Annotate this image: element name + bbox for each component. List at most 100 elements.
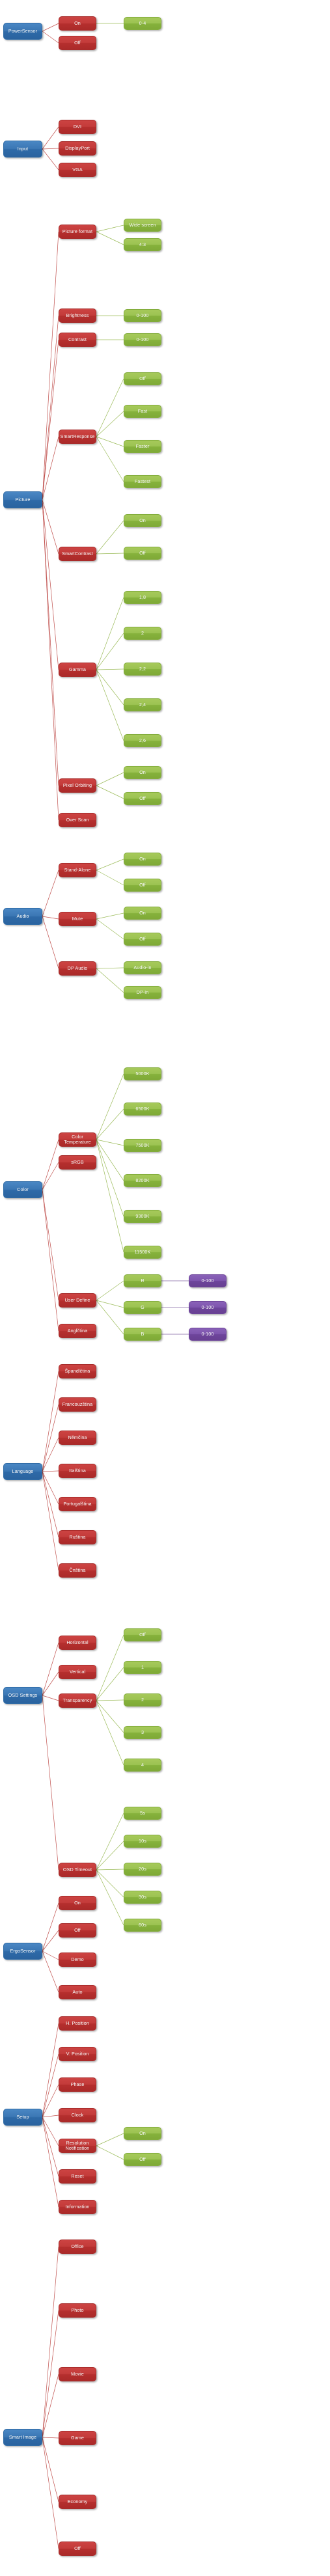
node-ct_5000[interactable]: 5000K <box>124 1067 161 1080</box>
node-to_10s[interactable]: 10s <box>124 1835 161 1848</box>
node-osd_transp[interactable]: Transparency <box>59 1693 96 1708</box>
node-to_60s[interactable]: 60s <box>124 1919 161 1932</box>
node-ud_b_val[interactable]: 0-100 <box>189 1328 227 1341</box>
node-dp_audioin[interactable]: Audio-in <box>124 961 161 974</box>
node-lang_ru[interactable]: Ruština <box>59 1530 96 1544</box>
node-col_angflina[interactable]: Anglčtina <box>59 1324 96 1338</box>
node-pic_contrast[interactable]: Contrast <box>59 333 96 347</box>
node-au_standalone[interactable]: Stand-Alone <box>59 863 96 877</box>
node-ps_on_val[interactable]: 0-4 <box>124 17 161 30</box>
node-sa_off[interactable]: Off <box>124 879 161 892</box>
node-ct_7500[interactable]: 7500K <box>124 1139 161 1152</box>
node-eg_auto[interactable]: Auto <box>59 1985 96 1999</box>
node-lang_pt[interactable]: Portugalština <box>59 1497 96 1511</box>
node-tr_off[interactable]: Off <box>124 1628 161 1641</box>
node-st_resnotif[interactable]: Resolution Notification <box>59 2139 96 2153</box>
node-ud_b[interactable]: B <box>124 1328 161 1341</box>
node-gm_18[interactable]: 1,8 <box>124 591 161 604</box>
node-osd_vert[interactable]: Vertical <box>59 1665 96 1679</box>
node-sc_off[interactable]: Off <box>124 547 161 560</box>
node-tr_4[interactable]: 4 <box>124 1759 161 1772</box>
node-dp_dpin[interactable]: DP-in <box>124 986 161 999</box>
node-tr_1[interactable]: 1 <box>124 1661 161 1674</box>
node-mu_off[interactable]: Off <box>124 933 161 946</box>
node-st_reset[interactable]: Reset <box>59 2169 96 2184</box>
node-setup[interactable]: Setup <box>3 2109 42 2126</box>
node-pic_bright[interactable]: Brightness <box>59 308 96 323</box>
node-to_5s[interactable]: 5s <box>124 1807 161 1820</box>
node-ps_on[interactable]: On <box>59 16 96 31</box>
node-col_userdef[interactable]: User Define <box>59 1293 96 1308</box>
node-language[interactable]: Language <box>3 1463 42 1480</box>
node-ud_g[interactable]: G <box>124 1301 161 1314</box>
node-sr_faster[interactable]: Faster <box>124 440 161 453</box>
node-st_hpos[interactable]: H. Position <box>59 2016 96 2031</box>
node-gm_2[interactable]: 2 <box>124 627 161 640</box>
node-ud_g_val[interactable]: 0-100 <box>189 1301 227 1314</box>
node-st_vpos[interactable]: V. Position <box>59 2047 96 2061</box>
node-audio[interactable]: Audio <box>3 908 42 925</box>
node-si_off[interactable]: Off <box>59 2542 96 2556</box>
node-pic_overscan[interactable]: Over Scan <box>59 813 96 827</box>
node-gm_22[interactable]: 2,2 <box>124 663 161 676</box>
node-smartimage[interactable]: Smart Image <box>3 2429 42 2446</box>
node-sr_off[interactable]: Off <box>124 372 161 385</box>
node-osdsettings[interactable]: OSD Settings <box>3 1687 42 1704</box>
node-pb_val[interactable]: 0-100 <box>124 309 161 322</box>
node-eg_on[interactable]: On <box>59 1896 96 1910</box>
node-color[interactable]: Color <box>3 1181 42 1198</box>
node-gm_26[interactable]: 2,6 <box>124 734 161 747</box>
node-sa_on[interactable]: On <box>124 853 161 866</box>
node-rn_on[interactable]: On <box>124 2127 161 2140</box>
node-rn_off[interactable]: Off <box>124 2153 161 2166</box>
node-ergosensor[interactable]: ErgoSensor <box>3 1943 42 1960</box>
node-col_temp[interactable]: Color Temperature <box>59 1132 96 1147</box>
node-lang_cs[interactable]: Čnština <box>59 1563 96 1578</box>
node-po_on[interactable]: On <box>124 766 161 779</box>
node-ct_8200[interactable]: 8200K <box>124 1174 161 1187</box>
node-ps_off[interactable]: Off <box>59 36 96 50</box>
node-pc_val[interactable]: 0-100 <box>124 333 161 346</box>
node-st_phase[interactable]: Phase <box>59 2077 96 2092</box>
node-in_dvi[interactable]: DVI <box>59 120 96 134</box>
node-powersensor[interactable]: PowerSensor <box>3 23 42 40</box>
node-si_office[interactable]: Office <box>59 2240 96 2254</box>
node-eg_off[interactable]: Off <box>59 1923 96 1938</box>
node-tr_2[interactable]: 2 <box>124 1693 161 1706</box>
node-to_20s[interactable]: 20s <box>124 1863 161 1876</box>
node-mu_on[interactable]: On <box>124 907 161 920</box>
node-st_clock[interactable]: Clock <box>59 2108 96 2122</box>
node-tr_3[interactable]: 3 <box>124 1726 161 1739</box>
node-po_off[interactable]: Off <box>124 792 161 805</box>
node-lang_fr[interactable]: Francouzština <box>59 1397 96 1412</box>
node-sr_fast[interactable]: Fast <box>124 405 161 418</box>
node-ct_6500[interactable]: 6500K <box>124 1103 161 1116</box>
node-lang_de[interactable]: Němčina <box>59 1431 96 1445</box>
node-in_vga[interactable]: VGA <box>59 163 96 177</box>
node-pic_format[interactable]: Picture format <box>59 225 96 239</box>
node-sc_on[interactable]: On <box>124 514 161 527</box>
node-to_30s[interactable]: 30s <box>124 1891 161 1904</box>
node-pic_pixorb[interactable]: Pixel Orbiting <box>59 778 96 793</box>
node-si_economy[interactable]: Economy <box>59 2495 96 2509</box>
node-col_srgb[interactable]: sRGB <box>59 1155 96 1170</box>
node-pic_gamma[interactable]: Gamma <box>59 663 96 677</box>
node-lang_es[interactable]: Špandlčtina <box>59 1364 96 1378</box>
node-au_mute[interactable]: Mute <box>59 912 96 926</box>
node-input[interactable]: Input <box>3 141 42 158</box>
node-gm_24[interactable]: 2,4 <box>124 698 161 711</box>
node-lang_it[interactable]: Italština <box>59 1464 96 1478</box>
node-osd_timeout[interactable]: OSD Timeout <box>59 1863 96 1877</box>
node-st_info[interactable]: Information <box>59 2200 96 2214</box>
node-ud_r[interactable]: R <box>124 1274 161 1287</box>
node-si_movie[interactable]: Movie <box>59 2367 96 2381</box>
node-in_dp[interactable]: DisplayPort <box>59 141 96 156</box>
node-ud_r_val[interactable]: 0-100 <box>189 1274 227 1287</box>
node-ct_9300[interactable]: 9300K <box>124 1210 161 1223</box>
node-si_game[interactable]: Game <box>59 2431 96 2445</box>
node-ct_11500[interactable]: 11500K <box>124 1246 161 1259</box>
node-osd_horiz[interactable]: Horizontal <box>59 1636 96 1650</box>
node-pf_wide[interactable]: Wide screen <box>124 219 161 232</box>
node-eg_demo[interactable]: Demo <box>59 1953 96 1967</box>
node-pic_smartcont[interactable]: SmartContrast <box>59 547 96 561</box>
